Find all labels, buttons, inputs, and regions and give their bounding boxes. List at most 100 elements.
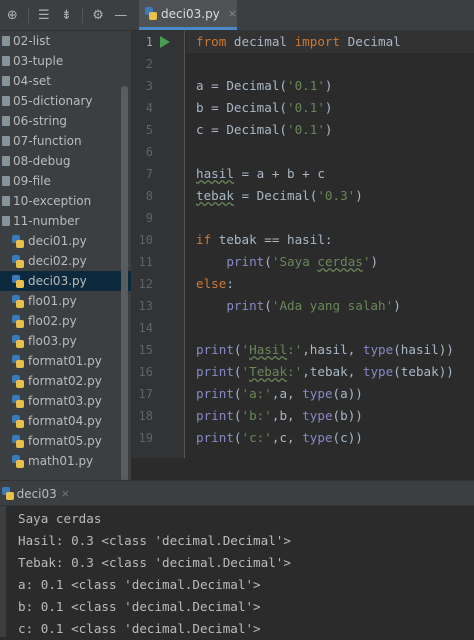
tree-folder[interactable]: 05-dictionary: [0, 91, 131, 111]
tree-file[interactable]: math01.py: [0, 451, 131, 471]
line-number: 11: [138, 255, 153, 269]
tab-deci03[interactable]: deci03.py ×: [139, 0, 237, 30]
expand-all-icon[interactable]: ☰: [34, 4, 55, 26]
line-number: 17: [138, 387, 153, 401]
code-line: print('a:',a, type(a)): [196, 386, 363, 401]
line-number: 2: [145, 57, 153, 71]
tree-folder-label: 05-dictionary: [13, 94, 93, 108]
tree-folder-label: 04-set: [13, 74, 51, 88]
code-line: a = Decimal('0.1'): [196, 78, 333, 93]
python-file-icon: [12, 414, 24, 428]
run-tab-deci03[interactable]: deci03 ×: [0, 481, 70, 506]
tree-folder-label: 06-string: [13, 114, 68, 128]
line-number-gutter: 1 2 3 4 5 6 7 8 9 10 11 12 13 14 15 16 1…: [131, 31, 185, 458]
folder-icon: [2, 36, 10, 46]
minimize-icon[interactable]: —: [110, 4, 131, 26]
folder-icon: [2, 136, 10, 146]
tree-file-label: format01.py: [28, 354, 102, 368]
run-panel-header: deci03 ×: [0, 480, 474, 506]
add-icon[interactable]: ⊕: [2, 4, 23, 26]
tree-file-label: flo02.py: [28, 314, 77, 328]
tree-file-label: format04.py: [28, 414, 102, 428]
tree-folder-label: 10-exception: [13, 194, 92, 208]
folder-icon: [2, 116, 10, 126]
tree-file[interactable]: deci01.py: [0, 231, 131, 251]
project-tree: 02-list 03-tuple 04-set 05-dictionary 06…: [0, 31, 131, 480]
close-icon[interactable]: ×: [228, 7, 237, 20]
folder-icon: [2, 156, 10, 166]
tree-folder[interactable]: 08-debug: [0, 151, 131, 171]
console-line: Hasil: 0.3 <class 'decimal.Decimal'>: [18, 533, 291, 548]
tree-file-label: deci03.py: [28, 274, 87, 288]
run-tab-label: deci03: [16, 486, 57, 501]
tree-file[interactable]: format01.py: [0, 351, 131, 371]
toolbar-divider: [27, 7, 29, 23]
tree-folder-label: 11-number: [13, 214, 80, 228]
line-number: 13: [138, 299, 153, 313]
code-line: print('c:',c, type(c)): [196, 430, 363, 445]
python-file-icon: [12, 254, 24, 268]
code-line: else:: [196, 276, 234, 291]
line-number: 9: [145, 211, 153, 225]
tree-folder[interactable]: 06-string: [0, 111, 131, 131]
python-file-icon: [145, 7, 158, 20]
tree-file-label: math01.py: [28, 454, 94, 468]
tree-file[interactable]: format04.py: [0, 411, 131, 431]
tree-file[interactable]: flo03.py: [0, 331, 131, 351]
project-toolbar: ⊕ ☰ ⇟ ⚙ —: [0, 0, 131, 31]
tree-folder[interactable]: 10-exception: [0, 191, 131, 211]
tree-folder[interactable]: 02-list: [0, 31, 131, 51]
tree-file-selected[interactable]: deci03.py: [0, 271, 131, 291]
tree-folder-label: 07-function: [13, 134, 82, 148]
python-file-icon: [2, 487, 14, 500]
toolbar-divider: [81, 7, 83, 23]
python-file-icon: [12, 274, 24, 288]
collapse-all-icon[interactable]: ⇟: [56, 4, 77, 26]
tree-folder[interactable]: 09-file: [0, 171, 131, 191]
console-line: Tebak: 0.3 <class 'decimal.Decimal'>: [18, 555, 291, 570]
python-file-icon: [12, 394, 24, 408]
code-line: print('Tebak:',tebak, type(tebak)): [196, 364, 454, 379]
run-icon[interactable]: [160, 36, 170, 48]
python-file-icon: [12, 454, 24, 468]
tree-file-label: format03.py: [28, 394, 102, 408]
tree-file[interactable]: format03.py: [0, 391, 131, 411]
tree-file[interactable]: flo01.py: [0, 291, 131, 311]
code-line: print('b:',b, type(b)): [196, 408, 363, 423]
code-line: print('Ada yang salah'): [226, 298, 401, 313]
tree-folder[interactable]: 07-function: [0, 131, 131, 151]
python-file-icon: [12, 374, 24, 388]
tree-folder[interactable]: 11-number: [0, 211, 131, 231]
tree-folder[interactable]: 04-set: [0, 71, 131, 91]
line-number: 6: [145, 145, 153, 159]
folder-icon: [2, 96, 10, 106]
project-scrollbar[interactable]: [121, 86, 128, 480]
editor-bottom-area: [131, 458, 474, 480]
folder-icon: [2, 56, 10, 66]
tree-folder-label: 02-list: [13, 34, 51, 48]
code-line: c = Decimal('0.1'): [196, 122, 333, 137]
code-line: tebak = Decimal('0.3'): [196, 188, 363, 203]
tree-file[interactable]: deci02.py: [0, 251, 131, 271]
tree-file-label: format02.py: [28, 374, 102, 388]
line-number: 4: [145, 101, 153, 115]
line-number: 8: [145, 189, 153, 203]
run-console[interactable]: Saya cerdas Hasil: 0.3 <class 'decimal.D…: [6, 506, 474, 637]
folder-icon: [2, 76, 10, 86]
tree-file-label: flo01.py: [28, 294, 77, 308]
python-file-icon: [12, 354, 24, 368]
line-number: 3: [145, 79, 153, 93]
code-editor[interactable]: from decimal import Decimal a = Decimal('…: [186, 31, 474, 458]
editor-tab-bar: deci03.py ×: [131, 0, 474, 31]
close-icon[interactable]: ×: [61, 487, 70, 500]
tree-file[interactable]: format05.py: [0, 431, 131, 451]
tree-file-label: deci01.py: [28, 234, 87, 248]
tree-folder[interactable]: 03-tuple: [0, 51, 131, 71]
gear-icon[interactable]: ⚙: [88, 4, 109, 26]
tree-file[interactable]: flo02.py: [0, 311, 131, 331]
code-line: b = Decimal('0.1'): [196, 100, 333, 115]
tree-file[interactable]: format02.py: [0, 371, 131, 391]
tree-file-label: deci02.py: [28, 254, 87, 268]
line-number: 16: [138, 365, 153, 379]
line-number: 7: [145, 167, 153, 181]
